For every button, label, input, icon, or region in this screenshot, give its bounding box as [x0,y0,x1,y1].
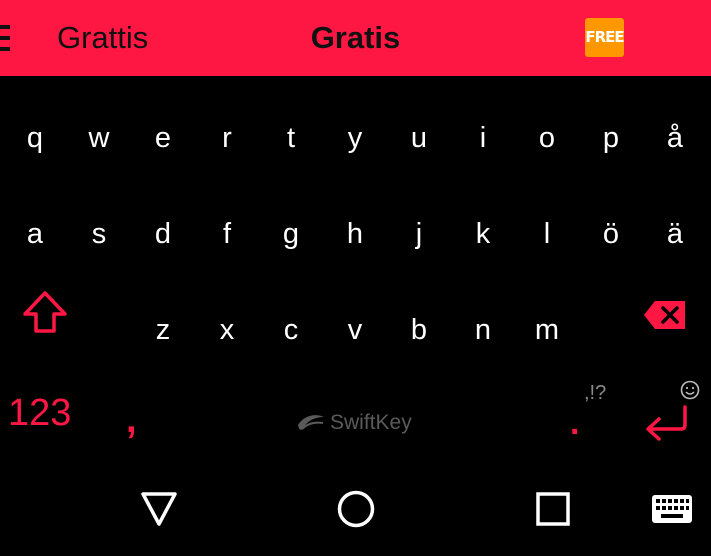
comma-key[interactable]: , [126,395,137,445]
key-o-umlaut[interactable]: ö [579,204,643,264]
key-i[interactable]: i [451,108,515,168]
key-a-umlaut[interactable]: ä [643,204,707,264]
numbers-key[interactable]: 123 [8,388,71,438]
swiftkey-swirl-icon [298,415,324,430]
key-r[interactable]: r [195,108,259,168]
circle-home-icon[interactable] [337,490,375,528]
key-q[interactable]: q [3,108,67,168]
period-key[interactable]: . [570,404,579,443]
key-u[interactable]: u [387,108,451,168]
key-l[interactable]: l [515,204,579,264]
key-p[interactable]: p [579,108,643,168]
shift-icon[interactable] [21,290,69,334]
punctuation-hint: ,!? [584,382,607,404]
key-w[interactable]: w [67,108,131,168]
key-h[interactable]: h [323,204,387,264]
key-d[interactable]: d [131,204,195,264]
backspace-icon[interactable] [643,300,687,330]
navigation-bar [0,470,711,556]
key-n[interactable]: n [451,300,515,360]
key-s[interactable]: s [67,204,131,264]
key-z[interactable]: z [131,300,195,360]
key-g[interactable]: g [259,204,323,264]
free-badge[interactable]: FREE [585,18,625,57]
key-m[interactable]: m [515,300,579,360]
smiley-icon[interactable] [680,380,700,400]
key-t[interactable]: t [259,108,323,168]
key-c[interactable]: c [259,300,323,360]
key-k[interactable]: k [451,204,515,264]
key-a-ring[interactable]: å [643,108,707,168]
key-x[interactable]: x [195,300,259,360]
key-b[interactable]: b [387,300,451,360]
key-v[interactable]: v [323,300,387,360]
key-y[interactable]: y [323,108,387,168]
key-e[interactable]: e [131,108,195,168]
key-o[interactable]: o [515,108,579,168]
enter-icon[interactable] [643,405,689,443]
key-j[interactable]: j [387,204,451,264]
prediction-bar: Grattis Gratis FREE [0,0,711,76]
key-a[interactable]: a [3,204,67,264]
key-f[interactable]: f [195,204,259,264]
swiftkey-brand-text: SwiftKey [330,411,412,434]
triangle-back-icon[interactable] [140,491,178,527]
square-recents-icon[interactable] [536,492,570,526]
keyboard-icon[interactable] [652,495,692,523]
